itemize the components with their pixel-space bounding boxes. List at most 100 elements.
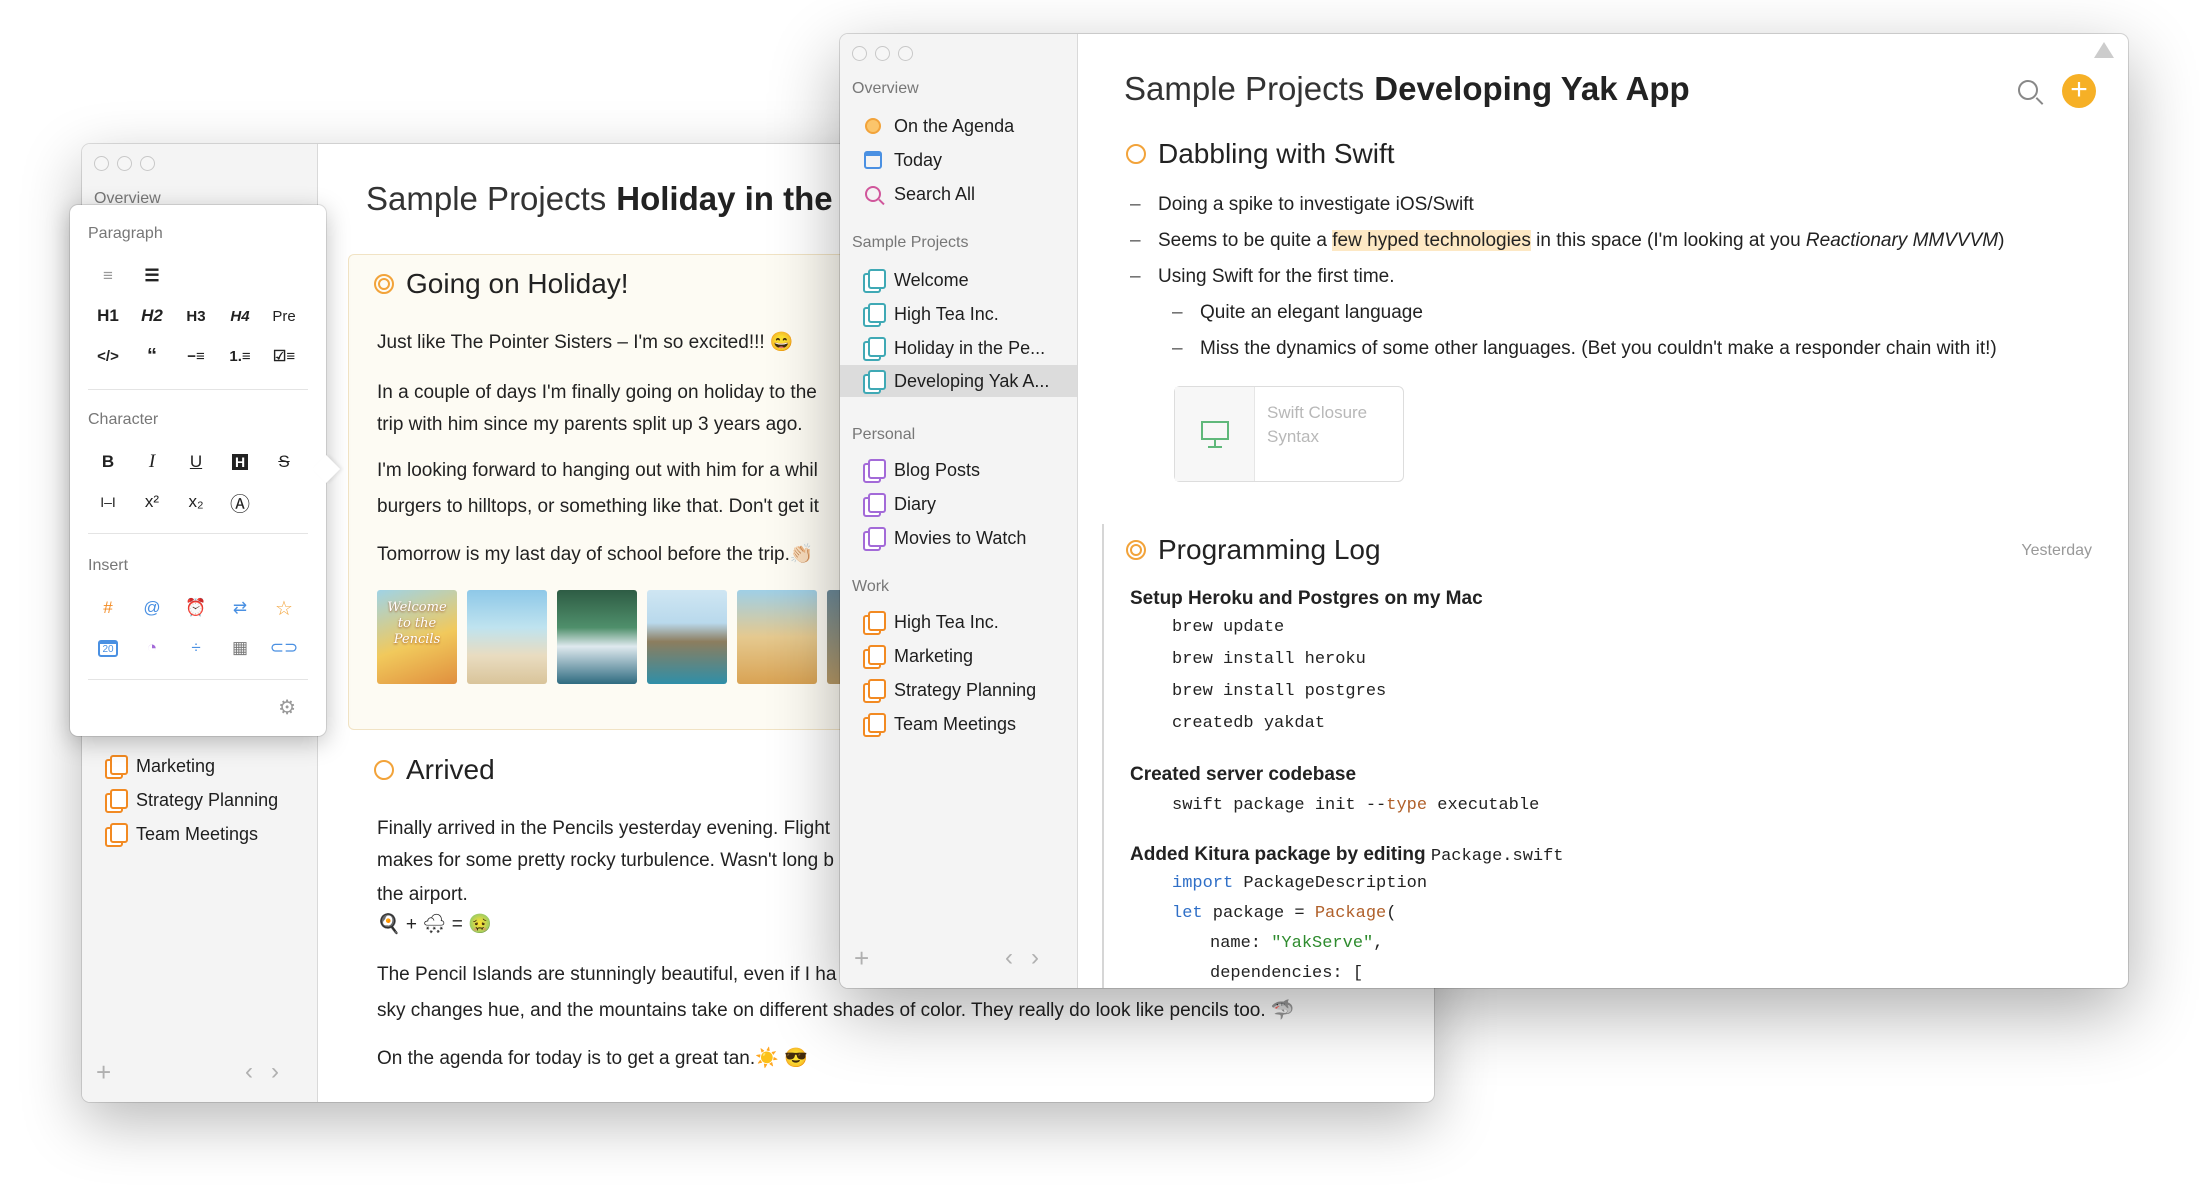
- heading1-button[interactable]: H1: [86, 301, 130, 331]
- list-item-nested[interactable]: – Miss the dynamics of some other languag…: [1172, 338, 1997, 360]
- sidebar-item-diary[interactable]: Diary: [862, 488, 936, 520]
- quote-button[interactable]: “: [130, 341, 174, 371]
- paragraph[interactable]: makes for some pretty rocky turbulence. …: [377, 844, 834, 878]
- list-item-nested[interactable]: – Quite an elegant language: [1172, 302, 1423, 324]
- paragraph[interactable]: the airport.: [377, 878, 468, 912]
- tag-insert-button[interactable]: #: [86, 593, 130, 623]
- close-button[interactable]: [94, 156, 109, 171]
- date-insert-button[interactable]: 20: [86, 633, 130, 663]
- list-item[interactable]: – Using Swift for the first time.: [1130, 266, 1395, 288]
- paragraph[interactable]: trip with him since my parents split up …: [377, 408, 803, 442]
- zoom-button[interactable]: [898, 46, 913, 61]
- sidebar-item-marketing[interactable]: Marketing: [862, 640, 973, 672]
- table-insert-button[interactable]: ▦: [218, 633, 262, 663]
- attachment-card[interactable]: Swift Closure Syntax: [1174, 386, 1404, 482]
- sidebar-item-high-tea[interactable]: High Tea Inc.: [862, 298, 999, 330]
- sidebar-item-developing-yak[interactable]: Developing Yak A...: [840, 365, 1077, 397]
- star-insert-button[interactable]: ☆: [262, 593, 306, 623]
- search-icon[interactable]: [2018, 80, 2044, 105]
- minimize-button[interactable]: [875, 46, 890, 61]
- paragraph[interactable]: Tomorrow is my last day of school before…: [377, 538, 814, 572]
- code-block-button[interactable]: </>: [86, 341, 130, 371]
- section-heading-arrived[interactable]: Arrived: [374, 754, 495, 786]
- sidebar-item-blog-posts[interactable]: Blog Posts: [862, 454, 980, 486]
- code-line[interactable]: brew install heroku: [1172, 650, 1366, 669]
- section-heading-dabbling[interactable]: Dabbling with Swift: [1126, 138, 1395, 170]
- bold-button[interactable]: B: [86, 447, 130, 477]
- paragraph[interactable]: 🍳 + 🌨 = 🤢: [377, 908, 492, 942]
- sidebar-item-search-all[interactable]: Search All: [862, 178, 975, 210]
- code-line[interactable]: brew update: [1172, 618, 1284, 637]
- paragraph[interactable]: I'm looking forward to hanging out with …: [377, 454, 818, 488]
- code-line[interactable]: swift package init --type executable: [1172, 796, 1539, 815]
- photo-beach[interactable]: [467, 590, 547, 684]
- paragraph[interactable]: On the agenda for today is to get a grea…: [377, 1042, 808, 1076]
- sidebar-item-team-meetings[interactable]: Team Meetings: [104, 818, 258, 850]
- sidebar-item-welcome[interactable]: Welcome: [862, 264, 969, 296]
- add-button[interactable]: +: [2062, 74, 2096, 108]
- add-notebook-button[interactable]: +: [96, 1057, 111, 1088]
- code-line[interactable]: import PackageDescription: [1172, 874, 1427, 893]
- align-left-button[interactable]: ≡: [86, 261, 130, 291]
- todo-list-button[interactable]: ☑≡: [262, 341, 306, 371]
- paragraph[interactable]: Just like The Pointer Sisters – I'm so e…: [377, 326, 794, 360]
- sidebar-item-on-the-agenda[interactable]: On the Agenda: [862, 110, 1014, 142]
- close-button[interactable]: [852, 46, 867, 61]
- code-line[interactable]: name: "YakServe",: [1210, 934, 1383, 953]
- highlight-button[interactable]: H: [218, 447, 262, 477]
- code-line[interactable]: brew install postgres: [1172, 682, 1386, 701]
- photo-rock-island[interactable]: [647, 590, 727, 684]
- timer-insert-button[interactable]: ◔: [130, 633, 174, 663]
- divider-insert-button[interactable]: ÷: [174, 633, 218, 663]
- code-line[interactable]: let package = Package(: [1172, 904, 1396, 923]
- sidebar-item-strategy-planning[interactable]: Strategy Planning: [104, 784, 278, 816]
- link-insert-button[interactable]: ⇄: [218, 593, 262, 623]
- sidebar-item-today[interactable]: Today: [862, 144, 942, 176]
- strikethrough-button[interactable]: S: [262, 447, 306, 477]
- list-item[interactable]: – Doing a spike to investigate iOS/Swift: [1130, 194, 1474, 216]
- sidebar-item-team-meetings[interactable]: Team Meetings: [862, 708, 1016, 740]
- code-line[interactable]: dependencies: [: [1210, 964, 1363, 983]
- code-line[interactable]: createdb yakdat: [1172, 714, 1325, 733]
- section-heading-going-on-holiday[interactable]: Going on Holiday!: [374, 268, 629, 300]
- inline-code: Package.swift: [1430, 847, 1564, 866]
- photo-starfish[interactable]: [737, 590, 817, 684]
- italic-button[interactable]: I: [130, 447, 174, 477]
- add-notebook-button[interactable]: +: [854, 943, 869, 974]
- preformatted-button[interactable]: Pre: [262, 301, 306, 331]
- align-indent-button[interactable]: ☰: [130, 261, 174, 291]
- sidebar-item-movies[interactable]: Movies to Watch: [862, 522, 1026, 554]
- photo-waterfall[interactable]: [557, 590, 637, 684]
- sidebar-item-high-tea-work[interactable]: High Tea Inc.: [862, 606, 999, 638]
- heading3-button[interactable]: H3: [174, 301, 218, 331]
- paragraph[interactable]: Finally arrived in the Pencils yesterday…: [377, 812, 830, 846]
- heading2-button[interactable]: H2: [130, 301, 174, 331]
- sidebar-item-marketing[interactable]: Marketing: [104, 750, 215, 782]
- subscript-button[interactable]: x₂: [174, 487, 218, 517]
- photo-welcome-postcard[interactable]: Welcome to the Pencils: [377, 590, 457, 684]
- attachment-insert-button[interactable]: ⊂⊃: [262, 633, 306, 663]
- link-anchor-button[interactable]: Ⓐ: [218, 487, 262, 517]
- mention-insert-button[interactable]: @: [130, 593, 174, 623]
- zoom-button[interactable]: [140, 156, 155, 171]
- paragraph[interactable]: In a couple of days I'm finally going on…: [377, 376, 817, 410]
- reminder-insert-button[interactable]: ⏰: [174, 593, 218, 623]
- paragraph[interactable]: sky changes hue, and the mountains take …: [377, 994, 1295, 1028]
- minimize-button[interactable]: [117, 156, 132, 171]
- superscript-button[interactable]: x²: [130, 487, 174, 517]
- sidebar-item-strategy-planning[interactable]: Strategy Planning: [862, 674, 1036, 706]
- paragraph[interactable]: The Pencil Islands are stunningly beauti…: [377, 958, 836, 992]
- list-item[interactable]: – Seems to be quite a few hyped technolog…: [1130, 230, 2004, 252]
- gear-icon[interactable]: ⚙: [278, 695, 296, 720]
- sidebar-item-holiday[interactable]: Holiday in the Pe...: [862, 332, 1045, 364]
- bullet-list-button[interactable]: −≡: [174, 341, 218, 371]
- navigation-arrows[interactable]: ‹›: [1005, 944, 1057, 972]
- share-triangle-icon[interactable]: [2094, 42, 2114, 58]
- section-heading-programming-log[interactable]: Programming Log: [1126, 534, 1381, 566]
- inline-code-button[interactable]: I–I: [86, 487, 130, 517]
- underline-button[interactable]: U: [174, 447, 218, 477]
- paragraph[interactable]: burgers to hilltops, or something like t…: [377, 490, 819, 524]
- numbered-list-button[interactable]: 1.≡: [218, 341, 262, 371]
- navigation-arrows[interactable]: ‹›: [245, 1058, 297, 1086]
- heading4-button[interactable]: H4: [218, 301, 262, 331]
